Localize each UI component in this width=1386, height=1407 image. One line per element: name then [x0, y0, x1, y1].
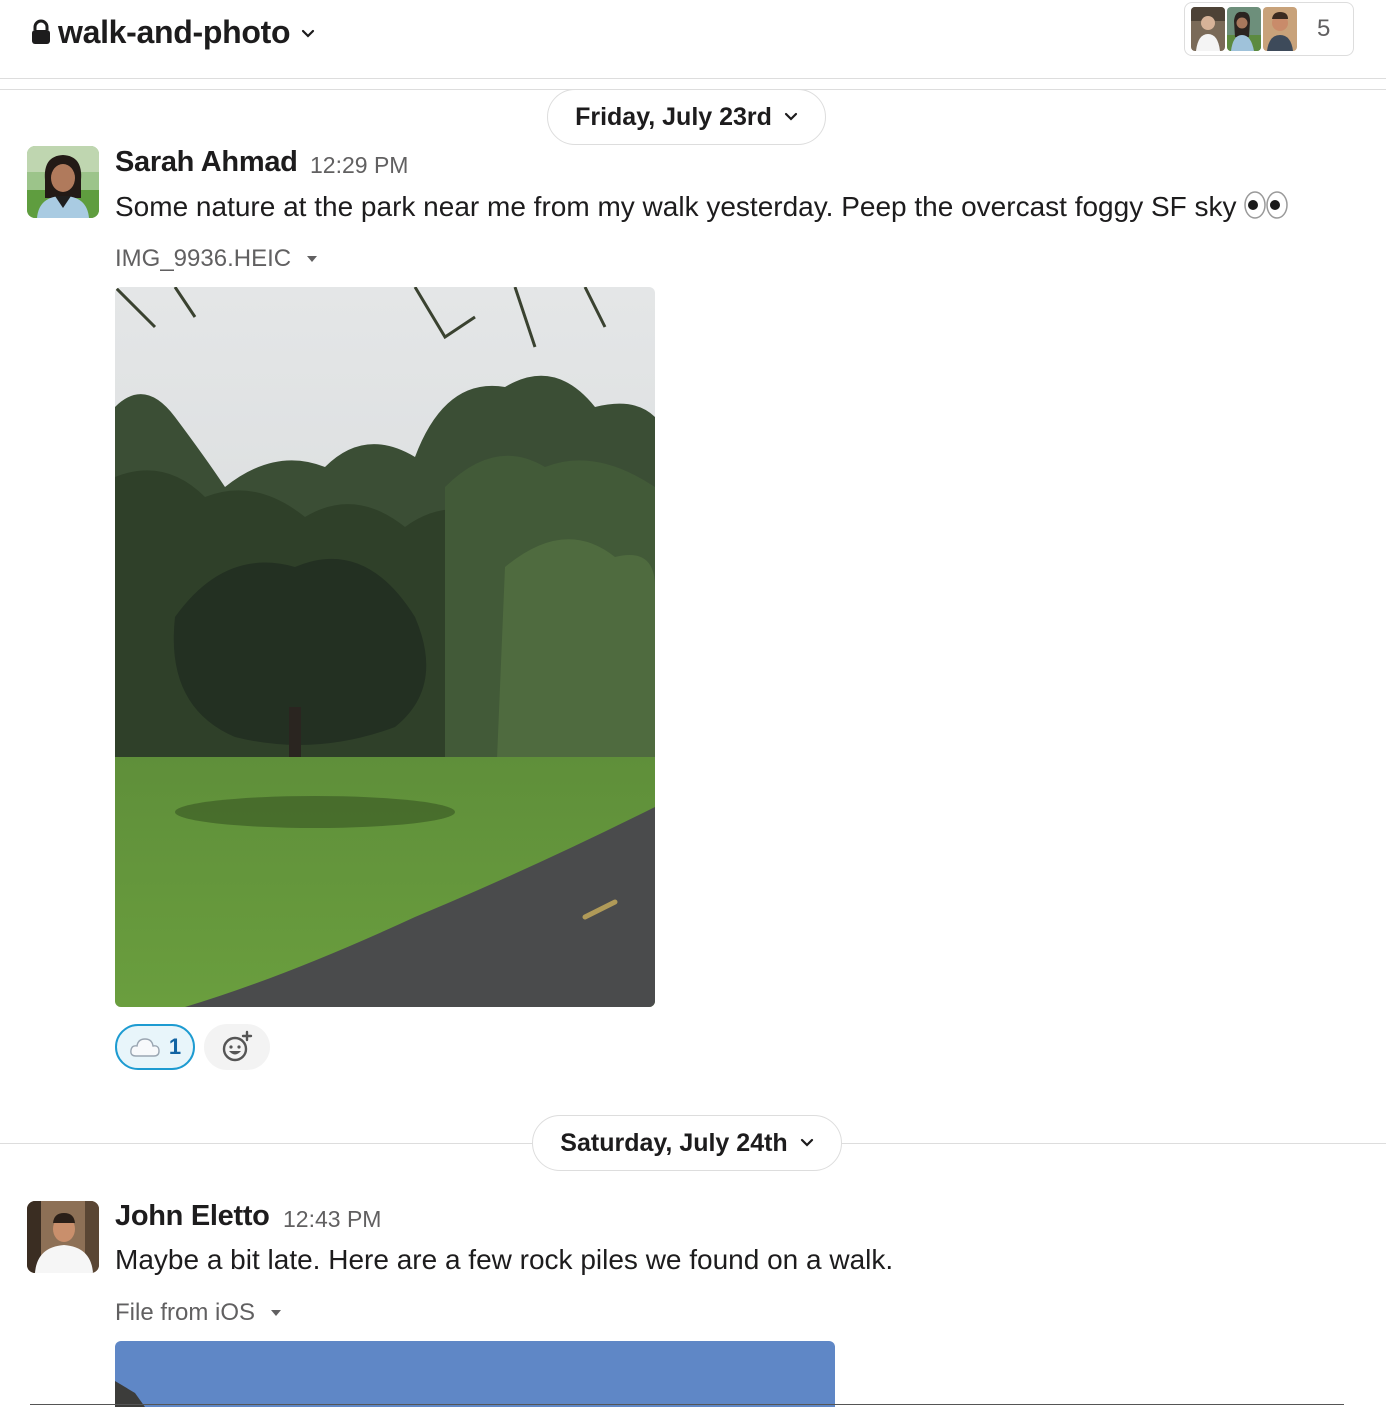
member-list-button[interactable]: 5: [1184, 2, 1354, 56]
message-text: Some nature at the park near me from my …: [115, 190, 1291, 223]
reaction-count: 1: [168, 1034, 182, 1059]
chevron-down-icon: [302, 29, 315, 38]
channel-name-button[interactable]: walk-and-photo: [30, 10, 316, 54]
member-count: 5: [1317, 15, 1331, 42]
composer-top-border: [30, 1404, 1344, 1405]
rock-piles-photo[interactable]: [115, 1341, 835, 1407]
message-author[interactable]: Sarah Ahmad: [115, 146, 298, 179]
add-emoji-icon: [222, 1030, 253, 1062]
caret-down-icon: [307, 256, 318, 262]
cloud-icon: [130, 1038, 160, 1057]
message-author[interactable]: John Eletto: [115, 1200, 270, 1233]
date-divider-label: Friday, July 23rd: [575, 102, 772, 131]
park-photo[interactable]: [115, 287, 655, 1007]
member-avatar: [1191, 7, 1225, 51]
member-avatar: [1227, 7, 1261, 51]
caret-down-icon: [271, 1310, 282, 1316]
file-name: IMG_9936.HEIC: [115, 245, 292, 272]
file-name: File from iOS: [115, 1299, 256, 1326]
file-name-toggle[interactable]: File from iOS: [115, 1299, 283, 1327]
lock-icon: [32, 19, 50, 44]
channel-header: walk-and-photo 5: [0, 0, 1386, 79]
avatar[interactable]: [27, 146, 99, 218]
avatar[interactable]: [27, 1201, 99, 1273]
channel-name: walk-and-photo: [58, 13, 291, 50]
eyes-emoji-icon: [1243, 191, 1288, 219]
chevron-down-icon: [800, 1138, 813, 1147]
date-divider-jump-button[interactable]: Friday, July 23rd: [547, 89, 826, 145]
file-name-toggle[interactable]: IMG_9936.HEIC: [115, 245, 319, 273]
cloud-reaction[interactable]: 1: [115, 1024, 195, 1070]
add-reaction-button[interactable]: [204, 1024, 270, 1070]
member-avatar: [1263, 7, 1297, 51]
message-timestamp[interactable]: 12:29 PM: [310, 152, 408, 179]
date-divider-label: Saturday, July 24th: [560, 1128, 788, 1157]
message-text: Maybe a bit late. Here are a few rock pi…: [115, 1244, 894, 1275]
chevron-down-icon: [784, 112, 798, 121]
message-timestamp[interactable]: 12:43 PM: [283, 1206, 381, 1233]
date-divider-jump-button[interactable]: Saturday, July 24th: [532, 1115, 842, 1171]
message-text-content: Some nature at the park near me from my …: [115, 191, 1237, 222]
